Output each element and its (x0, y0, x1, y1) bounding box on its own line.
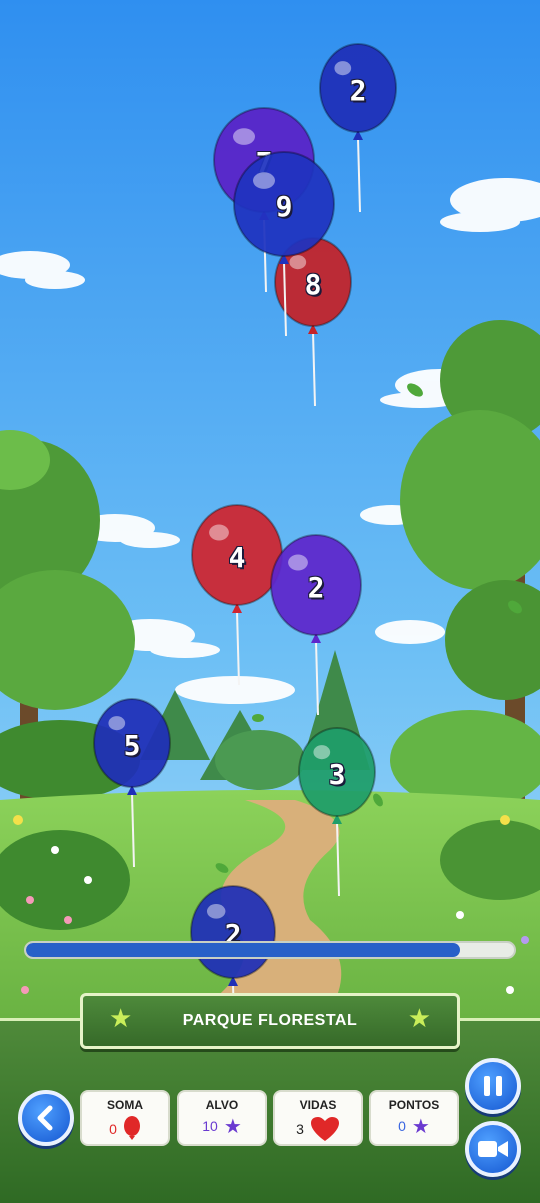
level-progress-bar (24, 941, 516, 959)
balloon-number: 2 (349, 74, 367, 107)
balloon-shape (93, 698, 171, 868)
back-button[interactable] (18, 1090, 74, 1146)
balloon-shape (298, 727, 376, 897)
stat-vidas: VIDAS 3 (273, 1090, 363, 1146)
balloon-number: 3 (328, 758, 346, 791)
balloon[interactable]: 5 (93, 698, 171, 868)
leaf (252, 714, 264, 722)
level-name: PARQUE FLORESTAL (182, 1012, 358, 1029)
stat-alvo: ALVO 10 ★ (177, 1090, 267, 1146)
video-camera-icon (478, 1141, 508, 1157)
balloon[interactable]: 2 (270, 534, 362, 716)
stat-value: 0 (398, 1118, 406, 1134)
pause-button[interactable] (465, 1058, 521, 1114)
chevron-left-icon (37, 1105, 53, 1131)
balloon[interactable]: 4 (191, 504, 283, 686)
stat-pontos: PONTOS 0 ★ (369, 1090, 459, 1146)
stat-value: 0 (109, 1121, 117, 1137)
balloon[interactable]: 2 (319, 43, 397, 213)
balloon-shape (233, 151, 335, 337)
level-progress-fill (26, 943, 461, 957)
purple-star-icon: ★ (223, 1114, 242, 1138)
balloon-number: 4 (228, 541, 246, 574)
red-balloon-icon (123, 1116, 140, 1140)
pause-icon (484, 1076, 502, 1096)
star-icon: ★ (109, 1004, 133, 1034)
camera-button[interactable] (465, 1121, 521, 1177)
stat-label: VIDAS (299, 1098, 337, 1112)
purple-star-icon: ★ (411, 1114, 430, 1138)
star-icon: ★ (407, 1004, 431, 1034)
stat-value: 10 (202, 1118, 218, 1134)
balloon[interactable]: 9 (233, 151, 335, 337)
stat-label: SOMA (107, 1098, 143, 1112)
balloon-shape (270, 534, 362, 716)
balloon-number: 2 (307, 571, 325, 604)
stat-soma: SOMA 0 (80, 1090, 170, 1146)
stat-label: ALVO (205, 1098, 239, 1112)
level-banner: ★ PARQUE FLORESTAL ★ (80, 993, 460, 1049)
balloon[interactable]: 3 (298, 727, 376, 897)
balloon[interactable]: 2 (190, 885, 276, 1059)
red-heart-icon (310, 1117, 339, 1141)
balloon-number: 5 (123, 729, 141, 762)
stat-label: PONTOS (388, 1098, 440, 1112)
stat-value: 3 (296, 1121, 304, 1137)
balloon-number: 9 (275, 190, 293, 223)
